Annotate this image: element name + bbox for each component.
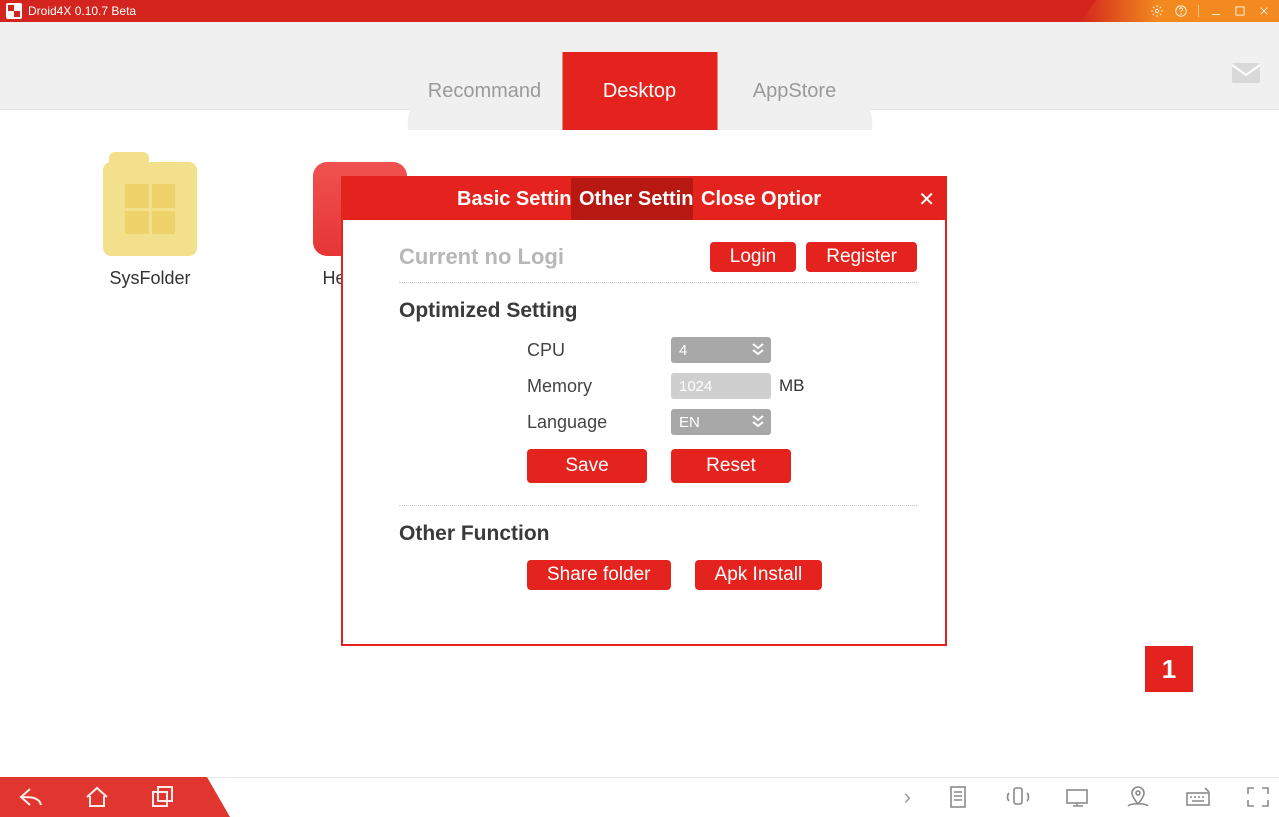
fullscreen-icon[interactable] (1245, 785, 1271, 809)
save-button[interactable]: Save (527, 449, 647, 483)
dialog-tab-other[interactable]: Other Settin (571, 178, 693, 220)
tab-strip: Recommand Desktop AppStore (0, 22, 1279, 110)
share-folder-button[interactable]: Share folder (527, 560, 671, 590)
register-button[interactable]: Register (806, 242, 917, 272)
recent-apps-icon[interactable] (150, 785, 176, 809)
dialog-tab-close-option[interactable]: Close Optior (693, 178, 823, 220)
cpu-select[interactable]: 4 (671, 337, 771, 363)
clipboard-icon[interactable] (945, 785, 971, 809)
keyboard-icon[interactable] (1185, 785, 1211, 809)
settings-gear-icon[interactable] (1150, 4, 1164, 18)
app-label: SysFolder (90, 268, 210, 289)
section-divider (399, 505, 917, 506)
app-logo-icon (6, 3, 22, 19)
help-icon[interactable] (1174, 4, 1188, 18)
cpu-value: 4 (679, 342, 687, 359)
memory-input[interactable] (671, 373, 771, 399)
dialog-close-icon[interactable]: ✕ (918, 178, 935, 220)
section-divider (399, 282, 917, 283)
window-controls (1079, 0, 1279, 22)
tab-recommend[interactable]: Recommand (407, 52, 562, 130)
titlebar-divider (1198, 5, 1199, 17)
chevron-right-icon[interactable]: › (904, 784, 911, 810)
memory-unit: MB (779, 376, 805, 396)
shake-icon[interactable] (1005, 785, 1031, 809)
chevron-down-icon (751, 413, 765, 433)
language-select[interactable]: EN (671, 409, 771, 435)
language-value: EN (679, 414, 700, 431)
tab-desktop[interactable]: Desktop (562, 52, 717, 130)
mail-icon[interactable] (1231, 62, 1261, 84)
other-function-title: Other Function (399, 522, 917, 546)
close-icon[interactable] (1257, 4, 1271, 18)
bottom-right-controls: › (904, 777, 1271, 817)
settings-dialog: Basic Settin Other Settin Close Optior ✕… (341, 176, 947, 646)
bottom-bar: › (0, 777, 1279, 817)
apk-install-button[interactable]: Apk Install (695, 560, 823, 590)
back-icon[interactable] (18, 785, 44, 809)
app-title: Droid4X 0.10.7 Beta (28, 4, 136, 18)
login-button[interactable]: Login (710, 242, 797, 272)
page-indicator[interactable]: 1 (1145, 646, 1193, 692)
folder-icon (103, 162, 197, 256)
reset-button[interactable]: Reset (671, 449, 791, 483)
main-area: Recommand Desktop AppStore SysFolder ? H… (0, 22, 1279, 777)
titlebar: Droid4X 0.10.7 Beta (0, 0, 1279, 22)
optimized-setting-title: Optimized Setting (399, 299, 917, 323)
location-icon[interactable] (1125, 785, 1151, 809)
screenshot-icon[interactable] (1065, 785, 1091, 809)
tab-appstore[interactable]: AppStore (717, 52, 872, 130)
dialog-tab-basic[interactable]: Basic Settin (449, 178, 571, 220)
app-sysfolder[interactable]: SysFolder (90, 162, 210, 289)
home-icon[interactable] (84, 785, 110, 809)
minimize-icon[interactable] (1209, 4, 1223, 18)
login-status-label: Current no Logi (399, 244, 564, 270)
maximize-icon[interactable] (1233, 4, 1247, 18)
memory-label: Memory (527, 376, 671, 397)
dialog-tabs: Basic Settin Other Settin Close Optior ✕ (343, 178, 945, 220)
cpu-label: CPU (527, 340, 671, 361)
bottom-left-controls (0, 777, 230, 817)
chevron-down-icon (751, 341, 765, 361)
language-label: Language (527, 412, 671, 433)
